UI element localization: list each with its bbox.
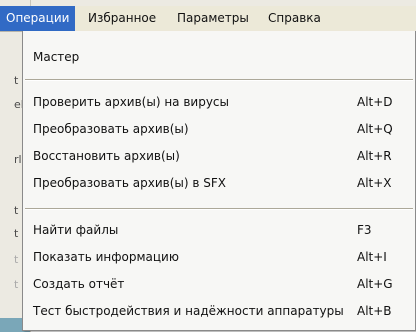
- menu-item-shortcut: Alt+I: [357, 250, 387, 264]
- menu-item-label: Преобразовать архив(ы): [33, 122, 189, 136]
- menu-item-create-report[interactable]: Создать отчёт Alt+G: [33, 274, 401, 294]
- menu-separator: [25, 79, 413, 81]
- menu-item-repair-archive[interactable]: Восстановить архив(ы) Alt+R: [33, 146, 401, 166]
- menu-item-shortcut: Alt+G: [357, 277, 393, 291]
- menu-item-shortcut: Alt+R: [357, 149, 392, 163]
- menu-separator: [25, 208, 413, 210]
- menu-item-label: Мастер: [33, 50, 80, 64]
- menu-item-shortcut: F3: [357, 223, 372, 237]
- menu-item-shortcut: Alt+Q: [357, 122, 393, 136]
- menu-item-label: Найти файлы: [33, 223, 119, 237]
- operations-dropdown-menu: Мастер Проверить архив(ы) на вирусы Alt+…: [22, 31, 416, 331]
- menu-item-label: Проверить архив(ы) на вирусы: [33, 95, 230, 109]
- menu-item-show-info[interactable]: Показать информацию Alt+I: [33, 247, 401, 267]
- menu-item-virus-scan[interactable]: Проверить архив(ы) на вирусы Alt+D: [33, 92, 401, 112]
- menu-item-shortcut: Alt+X: [357, 176, 392, 190]
- menu-favorites[interactable]: Избранное: [82, 6, 162, 31]
- menu-item-label: Тест быстродействия и надёжности аппарат…: [33, 304, 344, 318]
- menu-item-shortcut: Alt+B: [357, 304, 392, 318]
- menu-item-label: Показать информацию: [33, 250, 179, 264]
- menu-item-hardware-benchmark[interactable]: Тест быстродействия и надёжности аппарат…: [33, 301, 401, 321]
- menu-item-shortcut: Alt+D: [357, 95, 393, 109]
- menu-item-label: Создать отчёт: [33, 277, 125, 291]
- menu-item-convert-archive[interactable]: Преобразовать архив(ы) Alt+Q: [33, 119, 401, 139]
- menu-item-find-files[interactable]: Найти файлы F3: [33, 220, 401, 240]
- menu-item-wizard[interactable]: Мастер: [33, 47, 401, 67]
- menu-help[interactable]: Справка: [262, 6, 327, 31]
- menu-operations[interactable]: Операции: [0, 6, 76, 31]
- menu-item-label: Восстановить архив(ы): [33, 149, 180, 163]
- menu-bar: Операции Избранное Параметры Справка: [0, 6, 416, 32]
- menu-item-convert-to-sfx[interactable]: Преобразовать архив(ы) в SFX Alt+X: [33, 173, 401, 193]
- menu-item-label: Преобразовать архив(ы) в SFX: [33, 176, 226, 190]
- menu-options[interactable]: Параметры: [171, 6, 255, 31]
